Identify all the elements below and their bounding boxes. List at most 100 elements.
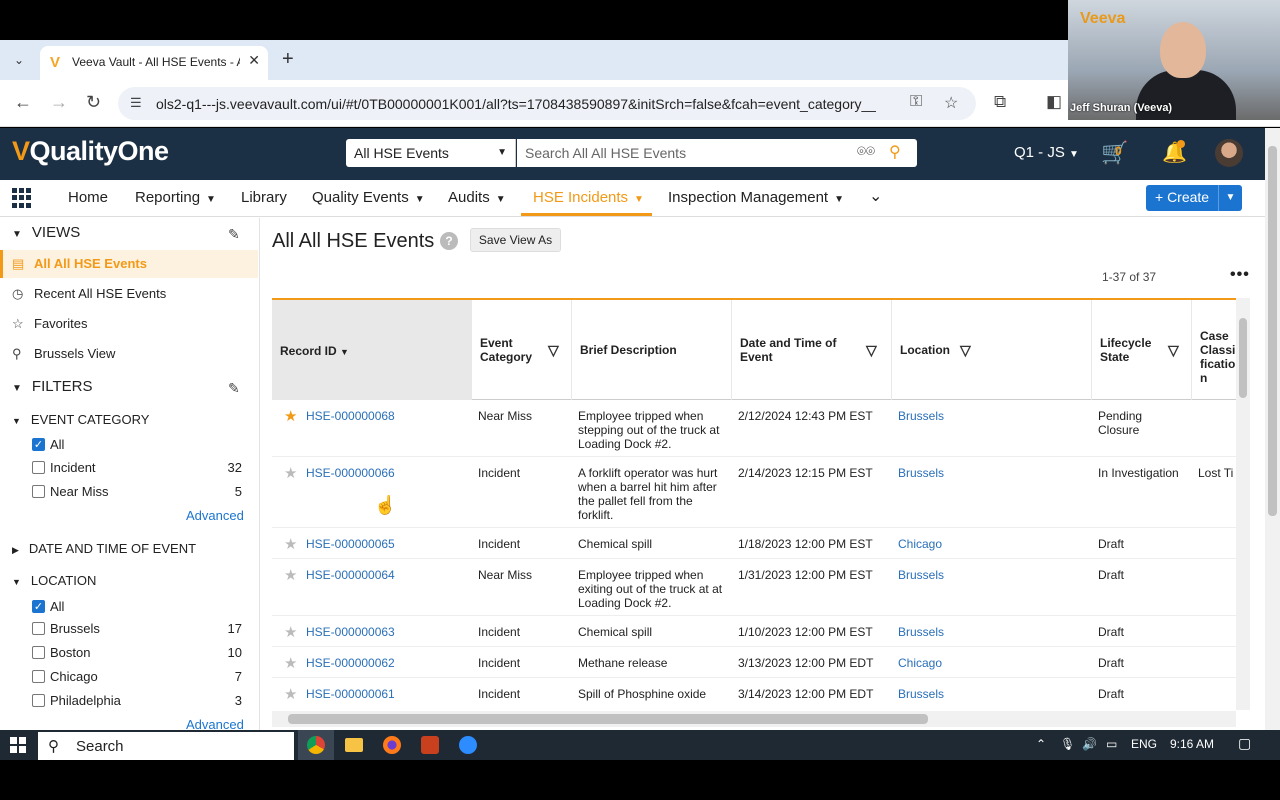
column-record-id[interactable]: Record ID ▼ bbox=[272, 300, 472, 400]
volume-icon[interactable]: 🔊 bbox=[1082, 737, 1097, 751]
page-vertical-scrollbar[interactable] bbox=[1265, 128, 1280, 730]
browser-tab[interactable]: V Veeva Vault - All HSE Events - A ✕ bbox=[40, 46, 268, 80]
filter-funnel-icon[interactable]: ▽ bbox=[960, 342, 971, 359]
scrollbar-thumb[interactable] bbox=[1268, 146, 1277, 516]
battery-icon[interactable]: ▭ bbox=[1106, 737, 1117, 751]
taskbar-search[interactable]: ⚲ Search bbox=[38, 732, 294, 760]
forward-icon[interactable]: → bbox=[50, 92, 68, 112]
location-link[interactable]: Brussels bbox=[898, 409, 944, 423]
column-brief-description[interactable]: Brief Description bbox=[572, 300, 732, 400]
notifications-icon[interactable]: ▢ bbox=[1238, 735, 1251, 752]
checkbox-checked[interactable]: ✓ bbox=[32, 600, 45, 613]
back-icon[interactable]: ← bbox=[14, 92, 32, 112]
more-actions-icon[interactable]: ••• bbox=[1230, 266, 1250, 284]
filter-option-boston[interactable]: Boston 10 bbox=[32, 645, 244, 665]
favorite-star-icon[interactable]: ★ bbox=[284, 464, 297, 482]
clock[interactable]: 9:16 AM bbox=[1170, 737, 1214, 751]
favorite-star-icon[interactable]: ★ bbox=[284, 623, 297, 641]
close-tab-icon[interactable]: ✕ bbox=[248, 52, 260, 69]
save-view-as-button[interactable]: Save View As bbox=[470, 228, 561, 252]
edit-views-pencil-icon[interactable]: ✎ bbox=[228, 226, 240, 243]
location-link[interactable]: Brussels bbox=[898, 466, 944, 480]
checkbox[interactable] bbox=[32, 461, 45, 474]
app-grid-icon[interactable] bbox=[12, 188, 32, 208]
record-id-link[interactable]: HSE-000000063 bbox=[306, 625, 395, 639]
tab-search-chevron-icon[interactable]: ⌄ bbox=[6, 48, 32, 72]
table-row[interactable]: ★ HSE-000000061 Incident Spill of Phosph… bbox=[272, 678, 1236, 708]
password-key-icon[interactable]: ⚿ bbox=[910, 93, 922, 111]
checkbox[interactable] bbox=[32, 670, 45, 683]
side-panel-icon[interactable]: ◧ bbox=[1046, 92, 1062, 112]
checkbox[interactable] bbox=[32, 622, 45, 635]
vault-switcher[interactable]: Q1 - JS ▼ bbox=[1014, 144, 1079, 161]
nav-audits[interactable]: Audits ▼ bbox=[448, 189, 506, 206]
language-indicator[interactable]: ENG bbox=[1131, 737, 1157, 751]
table-horizontal-scrollbar[interactable] bbox=[272, 711, 1236, 727]
filter-funnel-icon[interactable]: ▽ bbox=[1168, 342, 1179, 359]
view-all-all-hse-events[interactable]: ▤ All All HSE Events bbox=[0, 250, 258, 278]
nav-home[interactable]: Home bbox=[68, 189, 108, 206]
microphone-icon[interactable]: 🎙 bbox=[1060, 737, 1075, 751]
favorite-star-icon[interactable]: ★ bbox=[284, 407, 297, 425]
address-bar[interactable]: ☰ ols2-q1---js.veevavault.com/ui/#t/0TB0… bbox=[118, 87, 976, 120]
table-row[interactable]: ★ HSE-000000063 Incident Chemical spill … bbox=[272, 616, 1236, 647]
extensions-icon[interactable]: ⧉ bbox=[994, 92, 1006, 112]
nav-quality-events[interactable]: Quality Events ▼ bbox=[312, 189, 425, 206]
reload-icon[interactable]: ↻ bbox=[86, 92, 101, 112]
view-recent[interactable]: ◷ Recent All HSE Events bbox=[0, 280, 258, 308]
help-icon[interactable]: ? bbox=[440, 232, 458, 250]
windows-start-icon[interactable] bbox=[10, 737, 26, 753]
filter-location-header[interactable]: ▼ LOCATION bbox=[12, 573, 96, 588]
record-id-link[interactable]: HSE-000000062 bbox=[306, 656, 395, 670]
nav-library[interactable]: Library bbox=[241, 189, 287, 206]
checkbox[interactable] bbox=[32, 485, 45, 498]
scrollbar-thumb[interactable] bbox=[1239, 318, 1247, 398]
location-link[interactable]: Chicago bbox=[898, 537, 942, 551]
views-header[interactable]: ▼ VIEWS bbox=[12, 224, 80, 241]
location-link[interactable]: Chicago bbox=[898, 656, 942, 670]
record-id-link[interactable]: HSE-000000061 bbox=[306, 687, 395, 701]
search-icon[interactable]: ⚲ bbox=[889, 142, 901, 162]
checkbox[interactable] bbox=[32, 694, 45, 707]
filter-funnel-icon[interactable]: ▽ bbox=[548, 342, 559, 359]
favorite-star-icon[interactable]: ★ bbox=[284, 535, 297, 553]
edit-filters-pencil-icon[interactable]: ✎ bbox=[228, 380, 240, 397]
location-link[interactable]: Brussels bbox=[898, 625, 944, 639]
record-id-link[interactable]: HSE-000000068 bbox=[306, 409, 395, 423]
powerpoint-icon[interactable] bbox=[421, 736, 439, 754]
app-logo[interactable]: VQualityOne bbox=[12, 136, 169, 167]
search-input[interactable] bbox=[517, 139, 847, 167]
table-row[interactable]: ★ HSE-000000068 Near Miss Employee tripp… bbox=[272, 400, 1236, 457]
create-dropdown-icon[interactable]: ▼ bbox=[1218, 185, 1242, 211]
search-scope-select[interactable]: All HSE Events ▼ bbox=[346, 139, 516, 167]
filter-option-all[interactable]: ✓ All bbox=[32, 437, 244, 457]
table-row[interactable]: ★ HSE-000000062 Incident Methane release… bbox=[272, 647, 1236, 678]
chrome-icon[interactable] bbox=[307, 736, 325, 754]
file-explorer-icon[interactable] bbox=[345, 738, 363, 752]
filter-funnel-icon[interactable]: ▽ bbox=[866, 342, 877, 359]
filter-option-near-miss[interactable]: Near Miss 5 bbox=[32, 484, 244, 504]
advanced-link[interactable]: Advanced bbox=[186, 717, 244, 730]
column-case-classification[interactable]: Case Classification bbox=[1192, 300, 1236, 400]
table-row[interactable]: ★ HSE-000000066 Incident A forklift oper… bbox=[272, 457, 1236, 528]
nav-reporting[interactable]: Reporting ▼ bbox=[135, 189, 216, 206]
view-brussels[interactable]: ⚲ Brussels View bbox=[0, 340, 258, 368]
favorite-star-icon[interactable]: ★ bbox=[284, 685, 297, 703]
site-info-icon[interactable]: ☰ bbox=[130, 95, 142, 111]
favorite-star-icon[interactable]: ★ bbox=[284, 566, 297, 584]
filter-date-time-header[interactable]: ▶ DATE AND TIME OF EVENT bbox=[12, 541, 196, 556]
checkbox[interactable] bbox=[32, 646, 45, 659]
scrollbar-thumb[interactable] bbox=[288, 714, 928, 724]
firefox-icon[interactable] bbox=[383, 736, 401, 754]
filter-option-brussels[interactable]: Brussels 17 bbox=[32, 621, 244, 641]
column-date-time[interactable]: Date and Time of Event ▽ bbox=[732, 300, 892, 400]
table-row[interactable]: ★ HSE-000000064 Near Miss Employee tripp… bbox=[272, 559, 1236, 616]
more-tabs-icon[interactable]: ⌄ bbox=[869, 186, 882, 206]
nav-hse-incidents[interactable]: HSE Incidents ▼ bbox=[533, 189, 644, 206]
record-id-link[interactable]: HSE-000000065 bbox=[306, 537, 395, 551]
record-id-link[interactable]: HSE-000000064 bbox=[306, 568, 395, 582]
checkbox-checked[interactable]: ✓ bbox=[32, 438, 45, 451]
column-lifecycle-state[interactable]: Lifecycle State ▽ bbox=[1092, 300, 1192, 400]
filter-option-chicago[interactable]: Chicago 7 bbox=[32, 669, 244, 689]
filter-option-philadelphia[interactable]: Philadelphia 3 bbox=[32, 693, 244, 713]
